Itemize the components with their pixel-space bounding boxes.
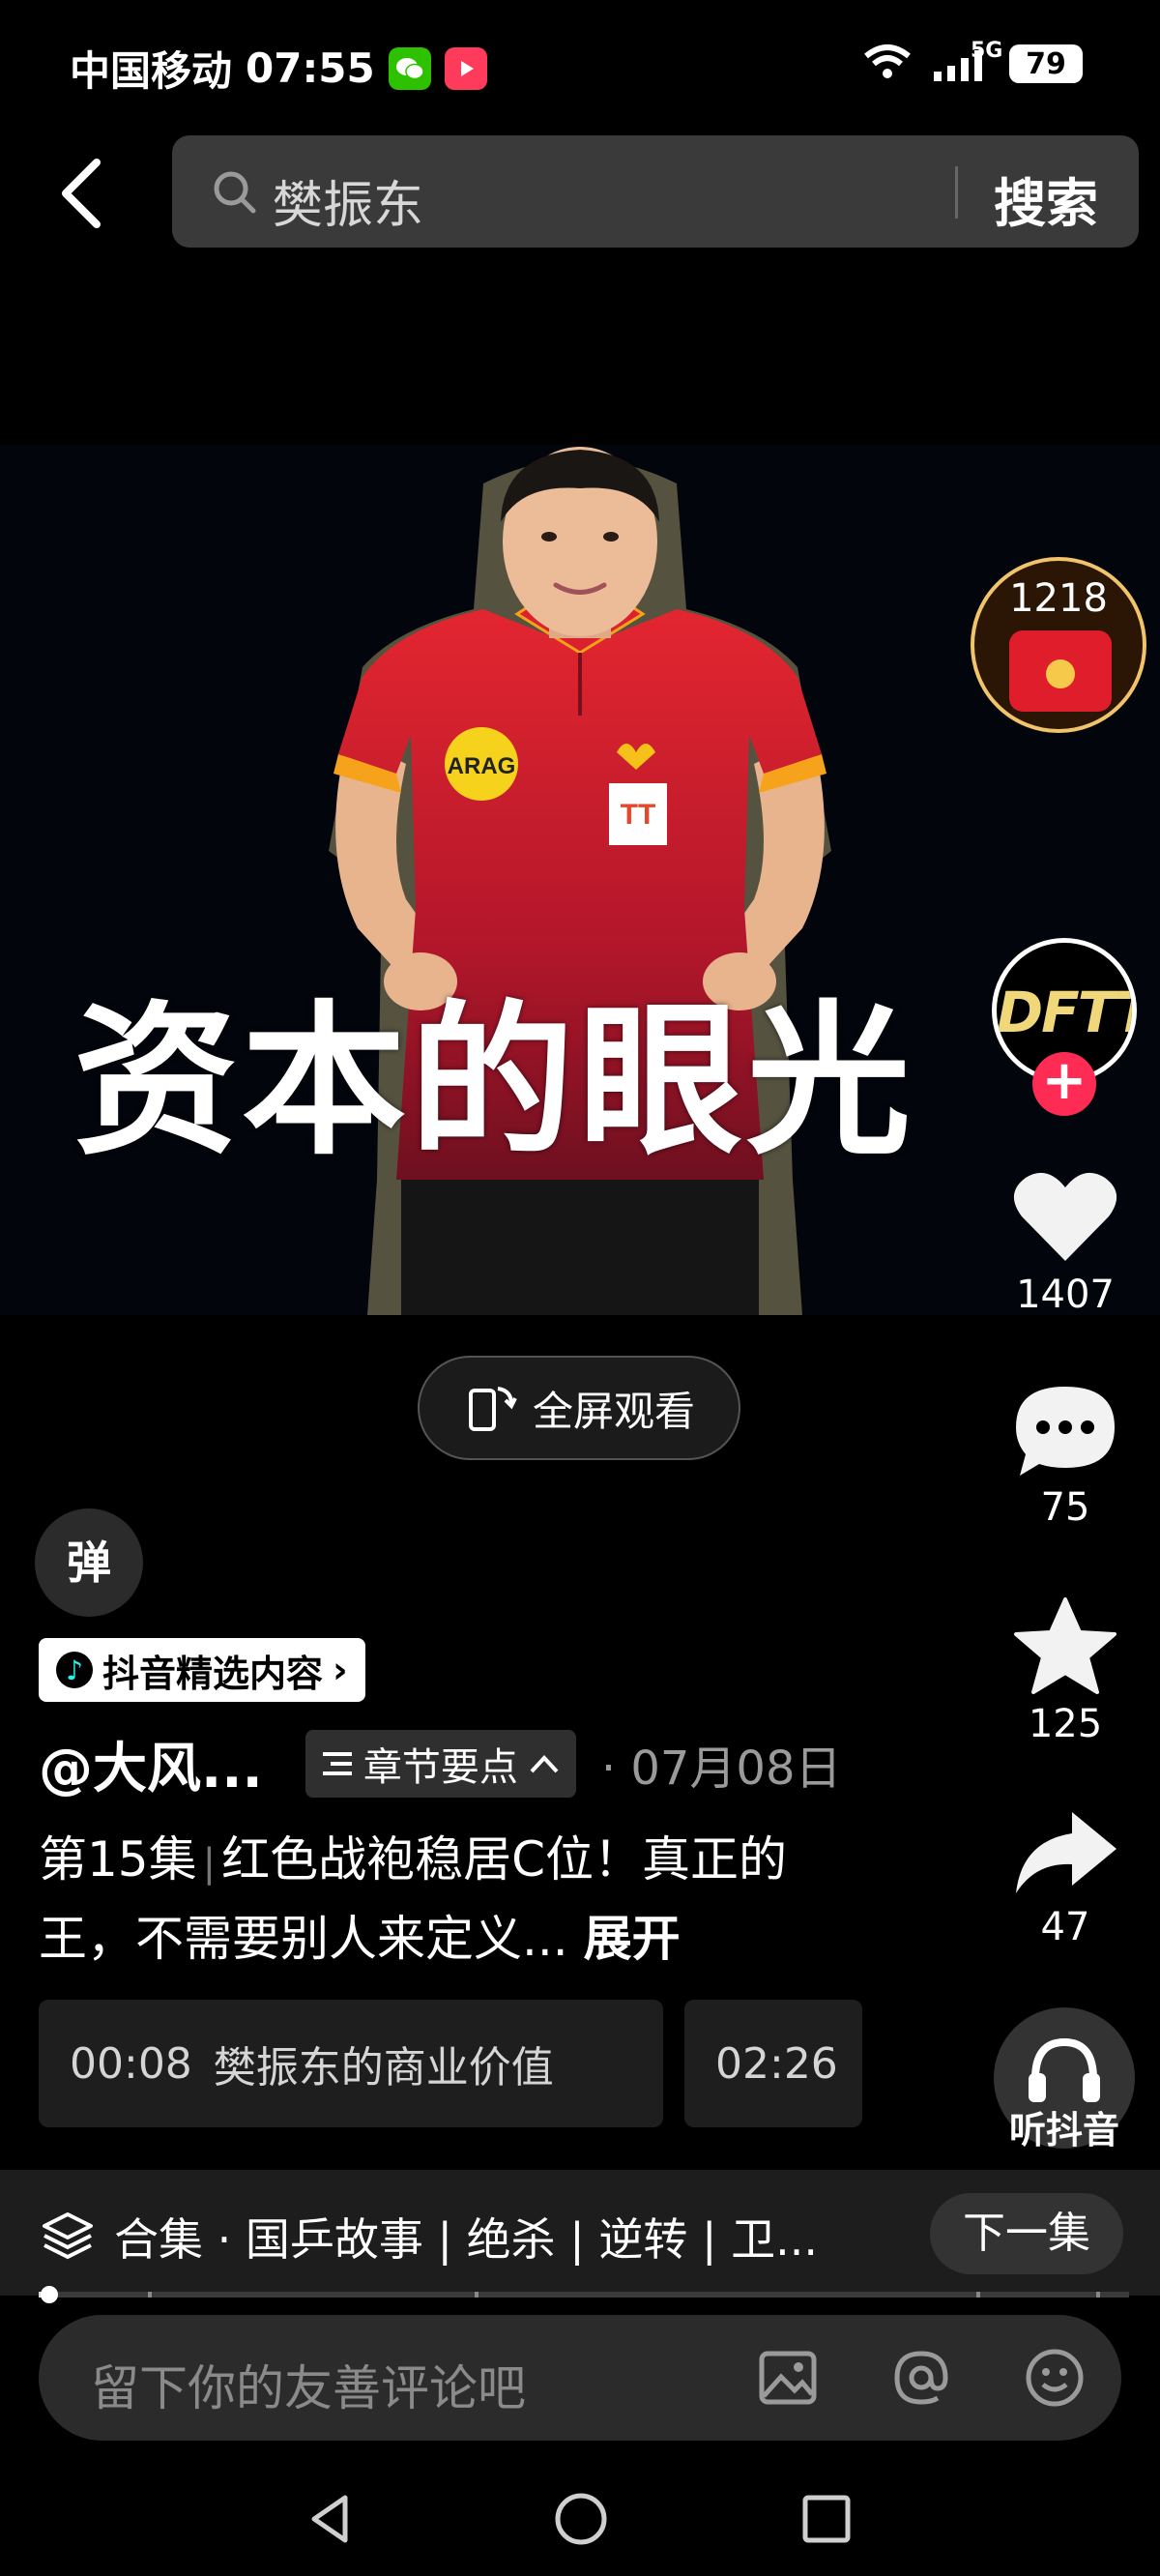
chevron-up-icon [530,1755,559,1773]
listen-douyin-label: 听抖音 [1008,2109,1119,2152]
chapter-title: 樊振东的商业价值 [213,2043,554,2093]
search-box[interactable]: 樊振东 搜索 [172,135,1139,248]
chapter-mark [976,2292,981,2298]
top-bar: 樊振东 搜索 [0,135,1160,251]
episode-label: 第15集 [39,1831,197,1888]
fullscreen-label: 全屏观看 [532,1387,695,1435]
video-progress-bar[interactable] [39,2286,1129,2303]
search-button[interactable]: 搜索 [994,161,1098,237]
avatar-logo-text: DFTT [997,980,1137,1045]
red-packet-count: 1218 [1009,576,1108,621]
red-envelope-icon [1009,630,1112,712]
system-nav-bar [0,2456,1160,2576]
back-arrow-icon [62,159,101,228]
progress-thumb[interactable] [41,2286,59,2303]
danmaku-toggle-button[interactable]: 弹 [35,1508,143,1617]
list-icon [322,1752,352,1775]
coin-icon [1046,659,1075,688]
like-count: 1407 [1016,1273,1115,1317]
svg-text:ARAG: ARAG [448,753,516,779]
post-date: · 07月08日 [600,1742,842,1796]
star-icon [1014,1597,1116,1694]
chapter-chip[interactable]: 02:26 [684,2000,862,2127]
chapter-mark [475,2292,479,2298]
video-app-notification-icon [444,46,487,90]
next-episode-button[interactable]: 下一集 [930,2193,1123,2274]
red-packet-button[interactable]: 1218 [971,557,1146,733]
chapter-chip[interactable]: 00:08 樊振东的商业价值 [39,2000,663,2127]
chapters-button[interactable]: 章节要点 [304,1730,576,1798]
emoji-icon[interactable] [1023,2346,1087,2410]
clock: 07:55 [246,44,375,92]
share-count: 47 [1040,1905,1090,1949]
collection-bar[interactable]: 合集 · 国乒故事 | 绝杀 | 逆转 | 卫... 下一集 [0,2170,1160,2296]
nav-home-icon[interactable] [551,2489,611,2549]
post-description[interactable]: 第15集 | 红色战袍稳居C位！真正的王，不需要别人来定义... 展开 [39,1822,870,1976]
follow-button[interactable]: + [1032,1052,1096,1116]
like-button[interactable]: 1407 [998,1170,1133,1317]
mention-icon[interactable] [889,2346,953,2410]
share-arrow-icon [1016,1812,1116,1893]
wechat-notification-icon [388,46,431,90]
comment-count: 75 [1040,1485,1090,1530]
description-separator: | [202,1841,217,1886]
heart-icon [1013,1172,1117,1261]
comment-bubble-icon [1016,1387,1115,1476]
carrier-label: 中国移动 [70,47,233,95]
search-divider [955,166,958,219]
featured-badge-label: 抖音精选内容 [102,1652,324,1695]
status-right: 5G 79 [862,39,1083,85]
comment-button[interactable]: 75 [998,1383,1133,1530]
author-row: @大风... 章节要点 · 07月08日 [39,1727,842,1800]
chapter-time: 00:08 [70,2038,192,2089]
author-name[interactable]: @大风... [39,1725,263,1803]
chapter-mark [147,2292,152,2298]
share-button[interactable]: 47 [998,1806,1133,1949]
search-input[interactable]: 樊振东 [273,164,423,237]
video-player[interactable]: ARAG TT 资本的眼光 [0,445,1160,1315]
layers-icon [41,2209,95,2267]
back-button[interactable] [43,147,120,240]
collection-title: 合集 · 国乒故事 | 绝杀 | 逆转 | 卫... [114,2213,818,2266]
favorite-button[interactable]: 125 [998,1595,1133,1746]
rotate-screen-icon [468,1387,517,1431]
comment-bar[interactable]: 留下你的友善评论吧 [39,2315,1121,2441]
chapters-label: 章节要点 [362,1745,518,1790]
douyin-logo-icon: ♪ [56,1652,93,1688]
chapter-time: 02:26 [715,2038,838,2089]
status-left: 中国移动 07:55 [70,39,487,98]
battery-indicator: 79 [1009,44,1083,83]
featured-content-badge[interactable]: ♪ 抖音精选内容 › [39,1638,365,1702]
nav-recents-icon[interactable] [797,2489,856,2549]
chevron-right-icon: › [333,1649,348,1691]
fullscreen-button[interactable]: 全屏观看 [418,1356,740,1460]
cellular-signal-icon: 5G [926,39,1002,83]
expand-link[interactable]: 展开 [584,1911,681,1967]
comment-input[interactable]: 留下你的友善评论吧 [91,2350,526,2419]
nav-back-icon[interactable] [302,2489,362,2549]
search-icon [213,170,257,219]
status-bar: 中国移动 07:55 5G 79 [0,0,1160,135]
post-date-value: 07月08日 [630,1742,842,1796]
favorite-count: 125 [1028,1702,1103,1746]
chapter-mark [1096,2292,1101,2298]
video-overlay-title: 资本的眼光 [73,984,915,1178]
svg-text:TT: TT [621,799,656,831]
image-icon[interactable] [756,2346,820,2410]
wifi-icon [862,43,913,85]
